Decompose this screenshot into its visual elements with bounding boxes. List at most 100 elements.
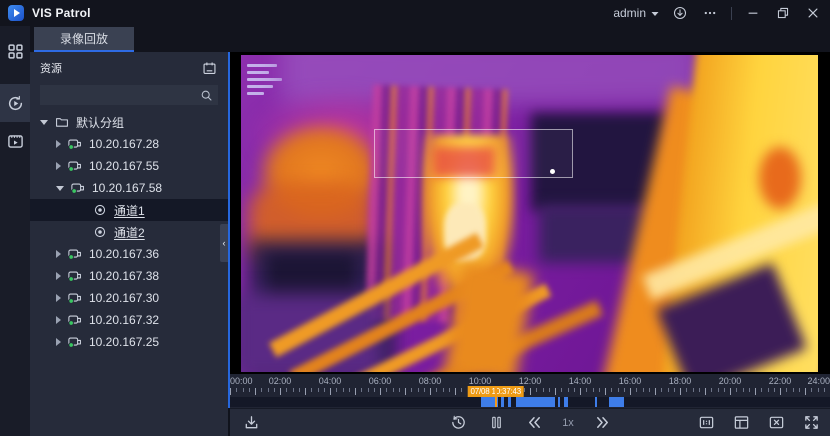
speed-up-button[interactable] [589,411,615,435]
tree-item-label: 10.20.167.28 [89,137,159,151]
roi-overlay [374,129,573,178]
recording-segment [516,397,555,407]
search-box[interactable] [40,85,218,105]
tree-item-label: 10.20.167.32 [89,313,159,327]
download-center-button[interactable] [671,4,689,22]
device-icon [70,181,86,195]
tree-item-通道2[interactable]: 通道2 [30,221,228,243]
collapse-panel-handle[interactable]: ‹ [220,224,228,262]
timeline-hour-label: 06:00 [369,376,392,386]
tree-item-10.20.167.25[interactable]: 10.20.167.25 [30,331,228,353]
user-menu[interactable]: admin [613,6,659,20]
app-grid-button[interactable] [0,32,30,70]
search-input[interactable] [45,88,200,102]
expand-arrow-icon[interactable] [56,162,61,170]
tree-item-label: 10.20.167.30 [89,291,159,305]
timeline-hour-label: 02:00 [269,376,292,386]
tree-item-默认分组[interactable]: 默认分组 [30,111,228,133]
recording-segment [564,397,568,407]
channel-icon [92,203,108,217]
timeline-tick [230,388,231,395]
playback-controls: 1x [230,408,830,436]
tree-item-label: 通道2 [114,224,145,241]
timeline-tick [249,388,250,392]
tree-item-10.20.167.28[interactable]: 10.20.167.28 [30,133,228,155]
expand-arrow-icon[interactable] [56,294,61,302]
channel-icon [92,225,108,239]
more-button[interactable] [701,4,719,22]
timeline-tick [418,388,419,392]
timeline-tick [724,388,725,392]
timeline-tick [686,388,687,392]
maximize-button[interactable] [774,4,792,22]
timeline-tick [824,388,825,392]
timeline-tick [549,388,550,392]
clip-list-button[interactable] [693,411,719,435]
timeline-tick [386,388,387,392]
timeline-tick [324,388,325,392]
timeline-tick [768,388,769,392]
playhead[interactable] [495,386,497,407]
close-button[interactable] [804,4,822,22]
calendar-button[interactable] [200,59,218,77]
timeline-recording-track[interactable] [230,397,830,407]
tree-item-10.20.167.32[interactable]: 10.20.167.32 [30,309,228,331]
timeline-tick [799,388,800,392]
timeline-tick [643,388,644,392]
speed-down-button[interactable] [521,411,547,435]
video-viewport[interactable] [230,52,830,374]
minimize-button[interactable] [744,4,762,22]
expand-arrow-icon[interactable] [56,316,61,324]
tab-playback[interactable]: 录像回放 [34,27,134,52]
download-clip-button[interactable] [238,411,264,435]
timeline-tick [736,388,737,392]
pause-button[interactable] [483,411,509,435]
timeline-tick [449,388,450,392]
timeline-ticks [230,386,830,397]
timeline-tick [411,388,412,392]
timeline-tick [536,388,537,392]
recording-segment [609,397,624,407]
expand-arrow-icon[interactable] [56,140,61,148]
timeline-tick [636,388,637,392]
expand-arrow-icon[interactable] [40,120,48,125]
timeline-tick [293,388,294,392]
close-all-button[interactable] [763,411,789,435]
recording-segment [558,397,560,407]
timeline-tick [274,388,275,392]
fullscreen-button[interactable] [798,411,824,435]
timeline-tick [543,388,544,392]
timeline-tick [811,388,812,392]
timeline-hour-label: 20:00 [719,376,742,386]
expand-arrow-icon[interactable] [56,272,61,280]
tree-item-10.20.167.38[interactable]: 10.20.167.38 [30,265,228,287]
nav-rail [0,26,30,436]
tree-item-label: 10.20.167.38 [89,269,159,283]
timeline-tick [599,388,600,392]
expand-arrow-icon[interactable] [56,338,61,346]
tree-item-10.20.167.58[interactable]: 10.20.167.58 [30,177,228,199]
layout-button[interactable] [728,411,754,435]
timeline-tick [718,388,719,392]
timeline-tick [299,388,300,392]
tree-item-通道1[interactable]: 通道1 [30,199,228,221]
nav-playback-button[interactable] [0,84,30,122]
timeline-tick [311,388,312,392]
timeline-tick [674,388,675,392]
timeline-tick [399,388,400,392]
expand-arrow-icon[interactable] [56,186,64,191]
tree-item-10.20.167.55[interactable]: 10.20.167.55 [30,155,228,177]
timeline-tick [318,388,319,392]
timeline-tick [649,388,650,392]
timeline-tick [711,388,712,392]
timeline-tick [255,388,256,395]
expand-arrow-icon[interactable] [56,250,61,258]
timeline-hour-label: 24:00 [807,376,830,386]
playback-timeline[interactable]: 00:0002:0004:0006:0008:0010:0012:0014:00… [230,374,830,408]
playback-history-button[interactable] [445,411,471,435]
tree-item-10.20.167.30[interactable]: 10.20.167.30 [30,287,228,309]
timeline-tick [786,388,787,392]
nav-video-button[interactable] [0,122,30,160]
recording-segment [501,397,503,407]
tree-item-10.20.167.36[interactable]: 10.20.167.36 [30,243,228,265]
